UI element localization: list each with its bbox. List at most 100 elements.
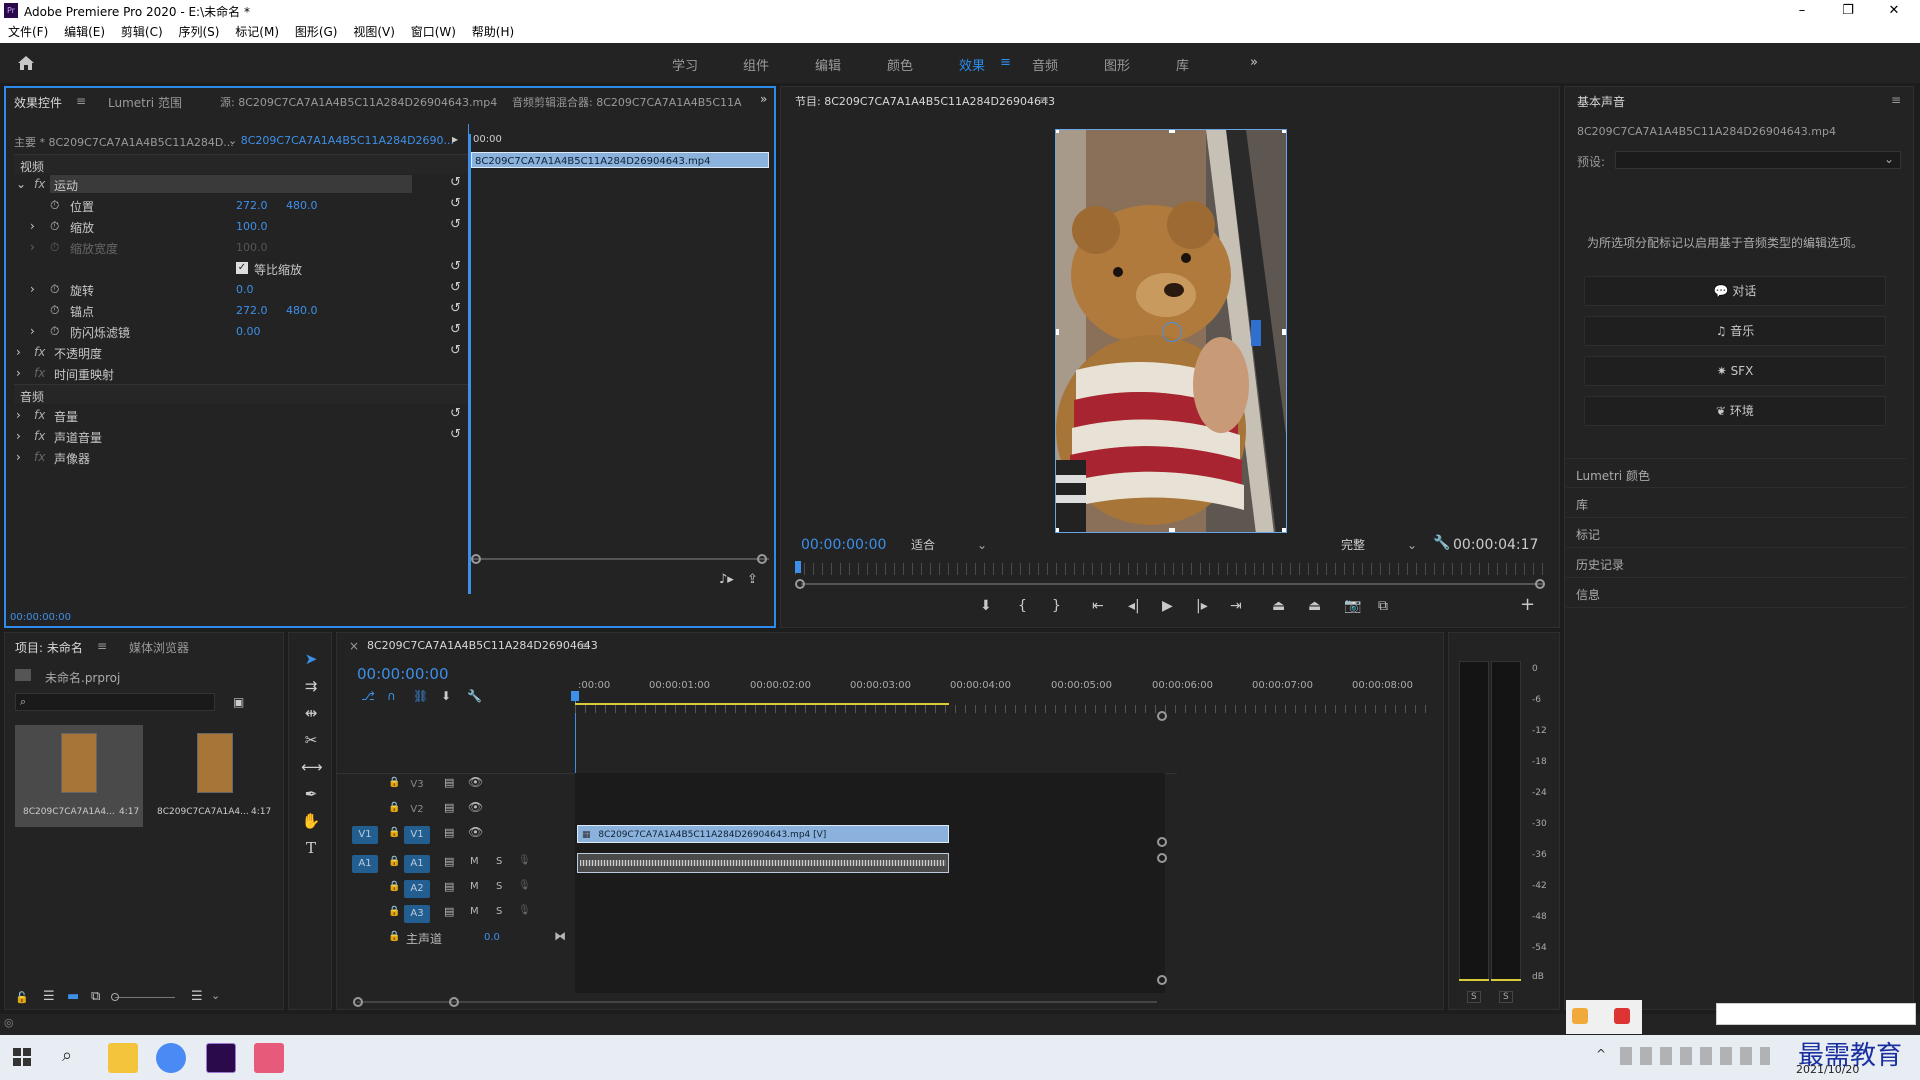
time-remap-row[interactable]: › fx 时间重映射 [14, 363, 464, 384]
workspace-audio[interactable]: 音频 [1032, 55, 1058, 74]
section-history[interactable]: 历史记录 [1566, 548, 1906, 578]
step-forward-icon[interactable]: |▸ [1196, 598, 1208, 614]
project-item-2[interactable]: 8C209C7CA7A1A4... 4:17 [151, 725, 279, 827]
thumbnail-zoom-slider[interactable] [115, 997, 175, 998]
menu-graphics[interactable]: 图形(G) [295, 22, 338, 43]
nest-toggle-icon[interactable]: ⎇ [361, 689, 375, 703]
mute-button[interactable]: M [470, 856, 479, 867]
workspace-editing[interactable]: 编辑 [815, 55, 841, 74]
sync-lock-icon[interactable]: ▤ [444, 855, 454, 868]
new-bin-icon[interactable]: ▣ [233, 695, 244, 709]
mute-button[interactable]: M [470, 906, 479, 917]
type-tool-icon[interactable]: T [301, 839, 321, 859]
reset-icon[interactable]: ↺ [450, 301, 461, 316]
fx-badge-icon[interactable]: fx [34, 345, 45, 359]
expand-chevron-icon[interactable]: › [16, 345, 21, 359]
flicker-value[interactable]: 0.00 [236, 325, 261, 338]
reset-icon[interactable]: ↺ [450, 406, 461, 421]
workspace-color[interactable]: 颜色 [887, 55, 913, 74]
track-header-v2[interactable]: 🔒 V2 ▤ 👁 [350, 797, 576, 821]
tray-chevron-icon[interactable]: ^ [1596, 1047, 1606, 1061]
audio-clip-a1[interactable] [577, 853, 949, 873]
stopwatch-icon[interactable]: ⏱ [50, 324, 59, 339]
menu-help[interactable]: 帮助(H) [472, 22, 514, 43]
program-video-frame[interactable] [1055, 129, 1287, 533]
anchor-row[interactable]: ⏱ 锚点 272.0 480.0 ↺ [14, 300, 464, 321]
maximize-button[interactable]: ❐ [1826, 0, 1870, 22]
reset-icon[interactable]: ↺ [450, 343, 461, 358]
wrench-settings-icon[interactable]: 🔧 [1433, 535, 1450, 551]
menu-window[interactable]: 窗口(W) [411, 22, 456, 43]
transform-handle-tm[interactable] [1169, 130, 1175, 133]
track-header-a1[interactable]: A1 🔒 A1 ▤ M S 🎙 [350, 851, 576, 875]
play-icon[interactable]: ▶ [1162, 598, 1173, 614]
tab-effect-controls[interactable]: 效果控件 [14, 94, 62, 111]
vertical-scroll-handle[interactable] [1157, 711, 1167, 721]
tray-app-icon-2[interactable] [1614, 1008, 1630, 1024]
mini-scroll-handle-left[interactable] [471, 554, 481, 564]
selection-tool-icon[interactable]: ➤ [301, 650, 321, 670]
close-button[interactable]: ✕ [1872, 0, 1916, 22]
home-icon[interactable] [16, 53, 36, 73]
ambience-button[interactable]: ❦ 环境 [1584, 396, 1886, 426]
vertical-scroll-handle[interactable] [1157, 975, 1167, 985]
flicker-row[interactable]: › ⏱ 防闪烁滤镜 0.00 ↺ [14, 321, 464, 342]
more-workspaces-icon[interactable]: » [1250, 55, 1258, 70]
transform-handle-bl[interactable] [1056, 528, 1059, 532]
workspace-assembly[interactable]: 组件 [743, 55, 769, 74]
meter-solo-right[interactable]: S [1499, 991, 1513, 1003]
expand-chevron-icon[interactable]: › [30, 219, 35, 233]
transform-handle-br[interactable] [1282, 528, 1286, 532]
source-patch-a1[interactable]: A1 [352, 855, 378, 873]
eye-icon[interactable]: 👁 [468, 775, 483, 789]
lock-icon[interactable]: 🔒 [388, 881, 400, 892]
program-scrubber[interactable] [795, 563, 1545, 575]
close-sequence-icon[interactable]: × [349, 639, 359, 653]
workspace-libraries[interactable]: 库 [1176, 55, 1189, 74]
solo-button[interactable]: S [496, 881, 502, 892]
quality-dropdown[interactable]: 完整 ⌄ [1335, 535, 1425, 555]
panner-row[interactable]: › fx 声像器 [14, 447, 464, 468]
tray-popup-icon[interactable] [1566, 1000, 1642, 1034]
reset-icon[interactable]: ↺ [450, 280, 461, 295]
mini-clip-bar[interactable]: 8C209C7CA7A1A4B5C11A284D26904643.mp4 [471, 152, 769, 168]
razor-tool-icon[interactable]: ✂ [301, 731, 321, 751]
step-back-icon[interactable]: ◂| [1128, 598, 1140, 614]
expand-chevron-icon[interactable]: › [16, 450, 21, 464]
scale-value[interactable]: 100.0 [236, 220, 268, 233]
tray-icons[interactable] [1620, 1047, 1770, 1065]
menu-file[interactable]: 文件(F) [8, 22, 48, 43]
music-button[interactable]: ♫ 音乐 [1584, 316, 1886, 346]
transform-handle-tl[interactable] [1056, 130, 1059, 133]
source-patch-v1[interactable]: V1 [352, 826, 378, 844]
channel-volume-row[interactable]: › fx 声道音量 ↺ [14, 426, 464, 447]
search-icon[interactable]: ⌕ [62, 1045, 72, 1066]
track-label-v3[interactable]: V3 [404, 776, 430, 794]
transform-handle-tr[interactable] [1282, 130, 1286, 133]
project-menu-icon[interactable]: ≡ [97, 639, 107, 653]
reset-icon[interactable]: ↺ [450, 217, 461, 232]
go-to-out-icon[interactable]: ⇥ [1230, 598, 1242, 614]
mini-scroll-track[interactable] [473, 558, 769, 560]
linked-selection-icon[interactable]: ⛓ [413, 689, 428, 703]
go-to-end-icon[interactable]: ⧓ [554, 929, 566, 943]
mini-scroll-handle-right[interactable] [757, 554, 767, 564]
collapse-chevron-icon[interactable]: ⌄ [16, 177, 26, 191]
master-clip-label[interactable]: 主要 * 8C209C7CA7A1A4B5C11A284D... [14, 134, 234, 150]
tray-app-icon-1[interactable] [1572, 1008, 1588, 1024]
ripple-edit-tool-icon[interactable]: ⇹ [301, 704, 321, 724]
lock-icon[interactable]: 🔓 [15, 991, 29, 1004]
reset-icon[interactable]: ↺ [450, 259, 461, 274]
sort-icon[interactable]: ☰ [191, 989, 203, 1004]
position-y-value[interactable]: 480.0 [286, 199, 318, 212]
track-header-v3[interactable]: 🔒 V3 ▤ 👁 [350, 772, 576, 796]
horizontal-scroll-handle-left[interactable] [353, 997, 363, 1007]
expand-chevron-icon[interactable]: › [30, 324, 35, 338]
dialogue-button[interactable]: 💬 对话 [1584, 276, 1886, 306]
mark-in-icon[interactable]: { [1018, 598, 1027, 614]
vertical-scroll-handle[interactable] [1157, 853, 1167, 863]
transform-handle-bm[interactable] [1169, 528, 1175, 532]
menu-edit[interactable]: 编辑(E) [64, 22, 105, 43]
meter-solo-left[interactable]: S [1467, 991, 1481, 1003]
rotation-value[interactable]: 0.0 [236, 283, 254, 296]
